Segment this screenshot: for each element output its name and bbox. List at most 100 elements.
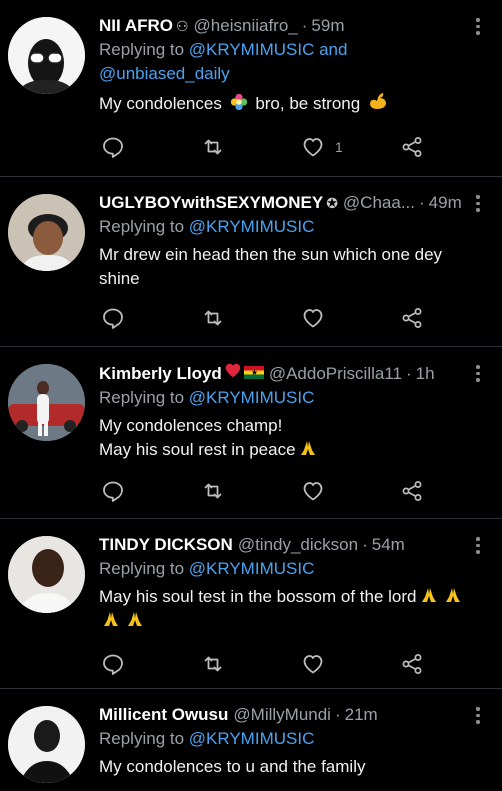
username[interactable]: @Chaa... xyxy=(343,191,415,215)
replying-to: Replying to @KRYMIMUSIC xyxy=(99,727,472,751)
folded-hands-emoji-icon xyxy=(419,585,439,605)
timestamp[interactable]: 1h xyxy=(416,362,435,386)
tweet[interactable]: UGLYBOYwithSEXYMONEY ✪ @Chaa... · 49m Re… xyxy=(0,177,502,347)
share-button[interactable] xyxy=(400,133,424,161)
tweet[interactable]: NII AFRO ⚇ @heisniiafro_ · 59m Replying … xyxy=(0,0,502,177)
replying-label: Replying to xyxy=(99,388,189,407)
tweet-actions xyxy=(101,477,431,507)
separator: · xyxy=(419,193,425,212)
mention-link[interactable]: @KRYMIMUSIC xyxy=(189,559,315,578)
folded-hands-emoji-icon xyxy=(125,609,145,629)
like-button[interactable]: 1 xyxy=(301,133,343,161)
reply-icon xyxy=(101,652,125,676)
separator: · xyxy=(301,16,308,35)
timestamp[interactable]: 59m xyxy=(311,14,344,38)
display-name[interactable]: Millicent Owusu xyxy=(99,703,228,727)
avatar[interactable] xyxy=(8,17,85,94)
replying-label: Replying to xyxy=(99,40,189,59)
share-button[interactable] xyxy=(400,477,424,505)
avatar[interactable] xyxy=(8,536,85,613)
tweet[interactable]: Millicent Owusu @MillyMundi · 21m Replyi… xyxy=(0,689,502,791)
heart-icon xyxy=(301,306,325,330)
tweet-text: My condolences champ! May his soul rest … xyxy=(99,414,472,462)
replying-to: Replying to @KRYMIMUSIC xyxy=(99,215,472,239)
username[interactable]: @MillyMundi xyxy=(233,703,331,727)
username[interactable]: @AddoPriscilla11 xyxy=(269,362,402,386)
separator: · xyxy=(334,705,341,724)
folded-hands-emoji-icon xyxy=(101,609,121,629)
tweet[interactable]: TINDY DICKSON @tindy_dickson · 54m Reply… xyxy=(0,519,502,689)
username[interactable]: @tindy_dickson xyxy=(238,533,358,557)
tweet-text-part: My condolences xyxy=(99,94,222,113)
retweet-icon xyxy=(201,306,225,330)
reply-icon xyxy=(101,306,125,330)
more-options-icon[interactable] xyxy=(476,537,480,554)
tweet-text-line: My condolences champ! xyxy=(99,416,283,435)
tweet-text: My condolences to u and the family xyxy=(99,755,472,779)
retweet-button[interactable] xyxy=(201,133,225,161)
folded-hands-emoji-icon xyxy=(443,585,463,605)
reply-icon xyxy=(101,135,125,159)
reply-button[interactable] xyxy=(101,304,125,332)
avatar[interactable] xyxy=(8,364,85,441)
display-name[interactable]: UGLYBOYwithSEXYMONEY xyxy=(99,191,323,215)
tweet-text-line: shine xyxy=(99,269,140,288)
bouquet-emoji-icon xyxy=(229,92,249,112)
tweet-actions: 1 xyxy=(101,133,431,163)
share-button[interactable] xyxy=(400,650,424,678)
retweet-button[interactable] xyxy=(201,650,225,678)
display-name[interactable]: TINDY DICKSON xyxy=(99,533,233,557)
replying-label: Replying to xyxy=(99,217,189,236)
replying-to: Replying to @KRYMIMUSIC and xyxy=(99,38,472,62)
reply-button[interactable] xyxy=(101,477,125,505)
separator: · xyxy=(405,364,412,383)
flexed-biceps-emoji-icon xyxy=(367,90,389,112)
tweet[interactable]: Kimberly Lloyd ★ @AddoPriscilla11 · 1h R… xyxy=(0,347,502,519)
replying-to: Replying to @KRYMIMUSIC xyxy=(99,386,472,410)
mention-link[interactable]: @KRYMIMUSIC xyxy=(189,388,315,407)
more-options-icon[interactable] xyxy=(476,707,480,724)
reply-button[interactable] xyxy=(101,133,125,161)
heart-icon xyxy=(301,135,325,159)
share-button[interactable] xyxy=(400,304,424,332)
timestamp[interactable]: 21m xyxy=(345,703,378,727)
replying-label: Replying to xyxy=(99,729,189,748)
tweet-text-line: My condolences to u and the family xyxy=(99,757,366,776)
tweet-text: May his soul test in the bossom of the l… xyxy=(99,585,472,633)
like-button[interactable] xyxy=(301,650,325,678)
tweet-text-line: Mr drew ein head then the sun which one … xyxy=(99,245,443,264)
more-options-icon[interactable] xyxy=(476,195,480,212)
avatar[interactable] xyxy=(8,706,85,783)
like-button[interactable] xyxy=(301,304,325,332)
verified-icon: ⚇ xyxy=(175,18,189,34)
reply-feed: NII AFRO ⚇ @heisniiafro_ · 59m Replying … xyxy=(0,0,502,791)
reply-icon xyxy=(101,479,125,503)
more-options-icon[interactable] xyxy=(476,365,480,382)
like-button[interactable] xyxy=(301,477,325,505)
timestamp[interactable]: 54m xyxy=(372,533,405,557)
display-name[interactable]: Kimberly Lloyd xyxy=(99,362,222,386)
tweet-text: Mr drew ein head then the sun which one … xyxy=(99,243,472,291)
retweet-button[interactable] xyxy=(201,304,225,332)
reply-button[interactable] xyxy=(101,650,125,678)
tweet-text-line: May his soul test in the bossom of the l… xyxy=(99,585,472,609)
mention-link[interactable]: @unbiased_daily xyxy=(99,64,230,83)
replying-label: Replying to xyxy=(99,559,189,578)
separator: · xyxy=(362,535,368,554)
like-count: 1 xyxy=(335,139,343,155)
more-options-icon[interactable] xyxy=(476,18,480,35)
mention-link[interactable]: @KRYMIMUSIC xyxy=(189,217,315,236)
tweet-text-part: May his soul test in the bossom of the l… xyxy=(99,587,417,606)
display-name[interactable]: NII AFRO xyxy=(99,14,173,38)
share-icon xyxy=(400,479,424,503)
mention-link[interactable]: @KRYMIMUSIC and xyxy=(189,40,348,59)
red-heart-emoji-icon xyxy=(224,361,242,379)
avatar[interactable] xyxy=(8,194,85,271)
badge-icon: ✪ xyxy=(326,195,338,211)
tweet-text-line xyxy=(99,609,472,633)
heart-icon xyxy=(301,652,325,676)
timestamp[interactable]: 49m xyxy=(429,191,462,215)
username[interactable]: @heisniiafro_ xyxy=(194,14,298,38)
retweet-button[interactable] xyxy=(201,477,225,505)
mention-link[interactable]: @KRYMIMUSIC xyxy=(189,729,315,748)
